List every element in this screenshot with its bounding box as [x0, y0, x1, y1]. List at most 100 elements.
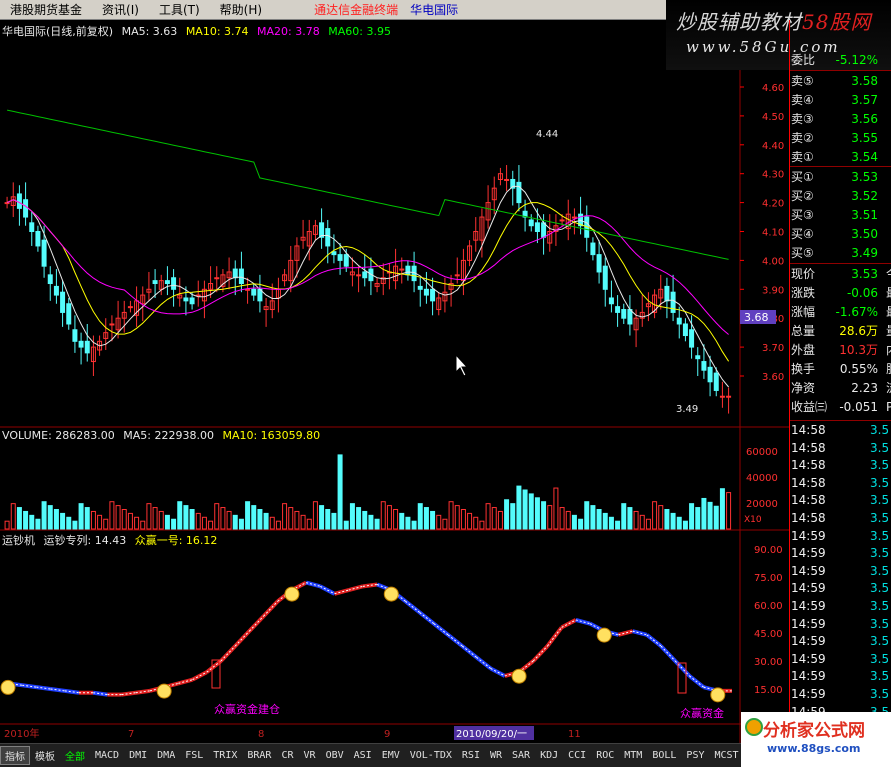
tab-全部[interactable]: 全部	[60, 748, 90, 763]
tab-dmi[interactable]: DMI	[124, 750, 152, 761]
legend-vol-ma5: MA5: 222938.00	[123, 429, 214, 442]
tab-asi[interactable]: ASI	[349, 750, 377, 761]
tick-time: 14:58	[791, 475, 826, 490]
volume-bar	[454, 505, 460, 530]
menu-item-help[interactable]: 帮助(H)	[210, 1, 272, 18]
tab-mcst[interactable]: MCST	[709, 750, 743, 761]
tick-price: 3.5	[870, 458, 890, 473]
volume-bar	[115, 505, 121, 530]
tab-emv[interactable]: EMV	[377, 750, 405, 761]
volume-bar	[16, 507, 22, 530]
volume-bar	[208, 520, 214, 530]
candle-body	[189, 297, 195, 305]
ask-level-5-label: 卖⑤	[791, 74, 814, 88]
tab-mtm[interactable]: MTM	[619, 750, 647, 761]
volume-bar	[90, 510, 96, 530]
ask-level-3-label: 卖③	[791, 112, 814, 126]
bid-level-1-label: 买①	[791, 170, 814, 184]
volume-bar	[497, 510, 503, 530]
volume-bar	[380, 501, 386, 530]
tab-sar[interactable]: SAR	[507, 750, 535, 761]
stat-3: 总量 28.6万量	[790, 322, 891, 340]
candle-body	[689, 329, 695, 348]
volume-bar	[103, 518, 109, 530]
tick-row: 14:59 3.5	[790, 686, 891, 704]
candle-body	[713, 372, 719, 391]
price-axis-label: 3.90	[762, 285, 784, 296]
volume-bar	[430, 510, 436, 530]
tab-psy[interactable]: PSY	[681, 750, 709, 761]
bid-level-2: 买② 3.52	[790, 187, 891, 205]
volume-bar	[195, 512, 201, 530]
tab-macd[interactable]: MACD	[90, 750, 124, 761]
volume-bar	[713, 505, 719, 530]
volume-bar	[423, 507, 429, 530]
bid-level-3-value: 3.51	[851, 208, 878, 222]
indicator-axis-label: 75.00	[754, 573, 783, 584]
chart-area[interactable]: 4.604.504.404.304.204.104.003.903.803.70…	[0, 20, 789, 743]
volume-bar	[608, 516, 614, 530]
candle-body	[362, 271, 368, 279]
volume-bar	[522, 489, 528, 530]
volume-unit-label: X10	[744, 515, 762, 525]
volume-bar	[485, 503, 491, 530]
candle-body	[183, 297, 189, 302]
volume-bar	[664, 509, 670, 530]
tick-price: 3.5	[870, 599, 890, 613]
tab-fsl[interactable]: FSL	[180, 750, 208, 761]
tick-price: 3.5	[870, 423, 890, 437]
tab-wr[interactable]: WR	[485, 750, 507, 761]
volume-bar	[282, 503, 288, 530]
tab-vol-tdx[interactable]: VOL-TDX	[405, 750, 457, 761]
candle-body	[356, 274, 362, 277]
volume-bar	[676, 516, 682, 530]
tab-trix[interactable]: TRIX	[208, 750, 242, 761]
stock-chart[interactable]: 4.604.504.404.304.204.104.003.903.803.70…	[0, 20, 789, 743]
tab-vr[interactable]: VR	[299, 750, 321, 761]
tab-obv[interactable]: OBV	[321, 750, 349, 761]
ask-level-1-label: 卖①	[791, 150, 814, 164]
quote-ratio-value: -5.12%	[835, 53, 878, 67]
tab-模板[interactable]: 模板	[30, 748, 60, 763]
candle-body	[454, 274, 460, 277]
tab-cr[interactable]: CR	[276, 750, 298, 761]
candle-body	[504, 178, 510, 181]
candle-body	[331, 251, 337, 256]
volume-bar	[658, 505, 664, 530]
candle-body	[534, 222, 540, 233]
tab-kdj[interactable]: KDJ	[535, 750, 563, 761]
candle-body	[84, 340, 90, 354]
indicator-axis-label: 30.00	[754, 657, 783, 668]
tab-cci[interactable]: CCI	[563, 750, 591, 761]
price-axis-label: 4.40	[762, 141, 784, 152]
volume-bar	[411, 520, 417, 530]
tab-brar[interactable]: BRAR	[242, 750, 276, 761]
menu-item-tools[interactable]: 工具(T)	[149, 1, 210, 18]
volume-bar	[362, 510, 368, 530]
tab-boll[interactable]: BOLL	[647, 750, 681, 761]
tick-row: 14:59 3.5	[790, 651, 891, 669]
tab-dma[interactable]: DMA	[152, 750, 180, 761]
candle-body	[109, 323, 115, 326]
volume-bar	[66, 516, 72, 530]
volume-bar	[393, 509, 399, 530]
menu-item-news[interactable]: 资讯(I)	[92, 1, 149, 18]
stat-6-value: 2.23	[851, 381, 878, 395]
volume-bar	[627, 507, 633, 530]
tick-row: 14:58 3.5	[790, 422, 891, 440]
tab-指标[interactable]: 指标	[0, 746, 30, 765]
tab-roc[interactable]: ROC	[591, 750, 619, 761]
candle-body	[35, 231, 41, 247]
volume-bar	[516, 485, 522, 530]
volume-bar	[645, 518, 651, 530]
tab-rsi[interactable]: RSI	[457, 750, 485, 761]
legend-indicator-line1: 运钞专列: 14.43	[43, 534, 127, 547]
menu-item-futures[interactable]: 港股期货基金	[0, 1, 92, 18]
tick-price: 3.5	[870, 511, 890, 525]
volume-bar	[726, 492, 732, 530]
volume-bar	[331, 512, 337, 530]
candle-body	[127, 306, 133, 309]
candle-body	[701, 361, 707, 371]
time-axis-label: 8	[258, 729, 264, 740]
volume-bar	[257, 509, 263, 530]
